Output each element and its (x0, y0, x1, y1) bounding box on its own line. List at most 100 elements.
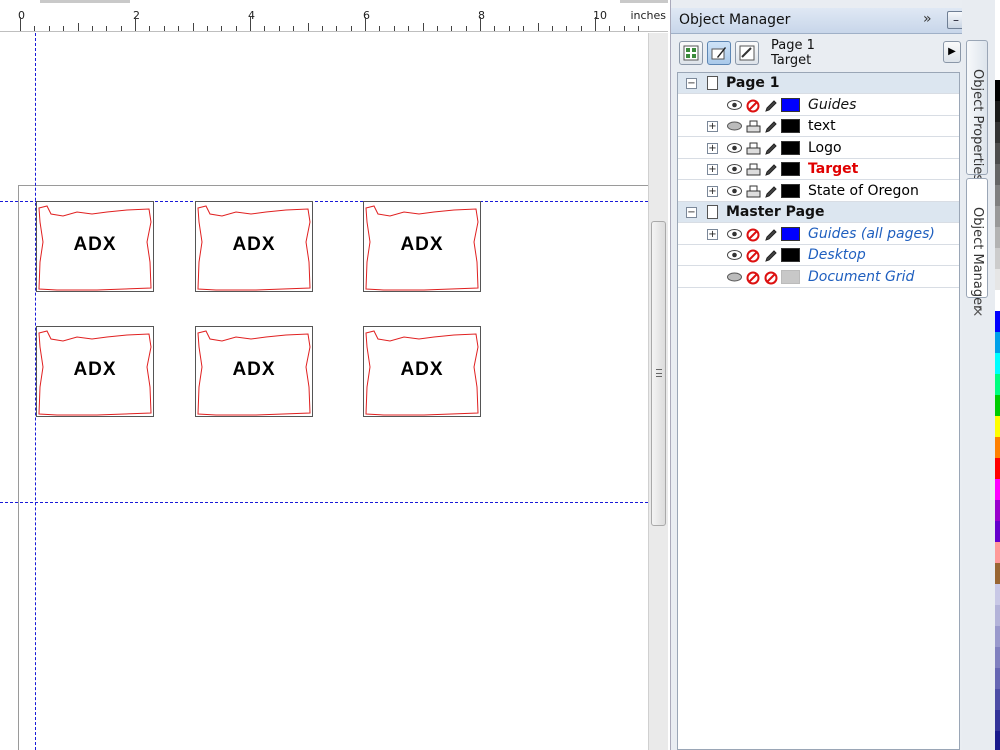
docker-menu-arrow-button[interactable]: ▶ (943, 41, 961, 63)
no-edit-icon[interactable] (764, 271, 778, 285)
scrollbar-thumb[interactable] (651, 221, 666, 526)
tab-object-properties[interactable]: Object Properties (966, 40, 988, 181)
oregon-logo-label[interactable]: ADX (363, 201, 481, 292)
pencil-icon[interactable] (764, 228, 778, 242)
eye-icon[interactable] (727, 249, 742, 261)
palette-swatch[interactable] (995, 80, 1000, 101)
tree-page-row[interactable]: − Master Page (678, 202, 959, 223)
no-print-icon[interactable] (746, 271, 760, 285)
palette-swatch[interactable] (995, 269, 1000, 290)
no-print-icon[interactable] (746, 228, 760, 242)
pencil-icon[interactable] (764, 163, 778, 177)
palette-swatch[interactable] (995, 332, 1000, 353)
oregon-logo-label[interactable]: ADX (195, 326, 313, 417)
edit-across-layers-button[interactable] (707, 41, 731, 65)
eye-icon[interactable] (727, 228, 742, 240)
palette-swatch[interactable] (995, 689, 1000, 710)
palette-swatch[interactable] (995, 500, 1000, 521)
eye-closed-icon[interactable] (727, 120, 742, 132)
palette-swatch[interactable] (995, 647, 1000, 668)
vertical-scrollbar[interactable] (648, 33, 668, 750)
printer-icon[interactable] (746, 163, 761, 177)
palette-swatch[interactable] (995, 374, 1000, 395)
pencil-icon[interactable] (764, 99, 778, 113)
horizontal-ruler[interactable]: 0 2 4 6 8 10 inches (0, 0, 668, 32)
color-palette[interactable] (995, 80, 1000, 750)
expand-icon[interactable]: + (707, 185, 718, 197)
palette-swatch[interactable] (995, 605, 1000, 626)
show-properties-button[interactable] (679, 41, 703, 65)
palette-swatch[interactable] (995, 563, 1000, 584)
palette-swatch[interactable] (995, 185, 1000, 206)
guideline-horizontal[interactable] (0, 502, 648, 503)
palette-swatch[interactable] (995, 206, 1000, 227)
palette-swatch[interactable] (995, 353, 1000, 374)
expand-icon[interactable]: + (707, 121, 718, 132)
eye-icon[interactable] (727, 99, 742, 111)
drawing-canvas[interactable]: ADX ADX ADX ADX ADX ADX (0, 33, 658, 750)
collapse-icon[interactable]: − (686, 78, 697, 89)
palette-swatch[interactable] (995, 542, 1000, 563)
tree-layer-row[interactable]: + State of Oregon (678, 181, 959, 202)
printer-icon[interactable] (746, 120, 761, 134)
palette-swatch[interactable] (995, 437, 1000, 458)
tree-layer-row[interactable]: Guides (678, 95, 959, 116)
palette-swatch[interactable] (995, 248, 1000, 269)
collapse-icon[interactable]: − (686, 207, 697, 218)
eye-icon[interactable] (727, 163, 742, 175)
oregon-logo-label[interactable]: ADX (363, 326, 481, 417)
oregon-logo-label[interactable]: ADX (195, 201, 313, 292)
no-print-icon[interactable] (746, 249, 760, 263)
layer-color-swatch[interactable] (781, 162, 800, 176)
eye-icon[interactable] (727, 142, 742, 154)
printer-icon[interactable] (746, 142, 761, 156)
palette-swatch[interactable] (995, 122, 1000, 143)
expand-icon[interactable]: + (707, 228, 718, 240)
palette-swatch[interactable] (995, 458, 1000, 479)
tree-layer-row[interactable]: Document Grid (678, 267, 959, 288)
docker-titlebar[interactable]: Object Manager » – × (671, 8, 985, 34)
layer-color-swatch[interactable] (781, 248, 800, 262)
palette-swatch[interactable] (995, 395, 1000, 416)
printer-icon[interactable] (746, 185, 761, 199)
palette-swatch[interactable] (995, 164, 1000, 185)
pencil-icon[interactable] (764, 185, 778, 199)
eye-closed-icon[interactable] (727, 271, 742, 283)
layer-color-swatch[interactable] (781, 226, 800, 241)
tree-layer-row[interactable]: Desktop (678, 245, 959, 266)
tree-page-row[interactable]: − Page 1 (678, 73, 959, 94)
oregon-logo-label[interactable]: ADX (36, 201, 154, 292)
chevron-expand-icon[interactable]: » (923, 11, 932, 27)
layer-color-swatch[interactable] (781, 140, 800, 155)
expand-icon[interactable]: + (707, 142, 718, 154)
palette-swatch[interactable] (995, 227, 1000, 248)
palette-swatch[interactable] (995, 416, 1000, 437)
layer-manager-view-button[interactable] (735, 41, 759, 65)
eye-icon[interactable] (727, 185, 742, 197)
palette-swatch[interactable] (995, 521, 1000, 542)
palette-swatch[interactable] (995, 710, 1000, 731)
palette-swatch[interactable] (995, 290, 1000, 311)
pencil-icon[interactable] (764, 142, 778, 156)
palette-swatch[interactable] (995, 101, 1000, 122)
tab-object-manager[interactable]: Object Manager (966, 178, 988, 310)
tree-layer-row[interactable]: + Guides (all pages) (678, 224, 959, 245)
palette-swatch[interactable] (995, 311, 1000, 332)
palette-swatch[interactable] (995, 143, 1000, 164)
tree-layer-row[interactable]: + text (678, 116, 959, 137)
layer-color-swatch[interactable] (781, 119, 800, 133)
layer-color-swatch[interactable] (781, 269, 800, 284)
pencil-icon[interactable] (764, 120, 778, 134)
layer-color-swatch[interactable] (781, 97, 800, 112)
palette-swatch[interactable] (995, 626, 1000, 647)
oregon-logo-label[interactable]: ADX (36, 326, 154, 417)
tree-layer-row[interactable]: + Logo (678, 138, 959, 159)
layer-color-swatch[interactable] (781, 183, 800, 198)
tree-layer-row[interactable]: + Target (678, 159, 959, 180)
expand-icon[interactable]: + (707, 164, 718, 175)
palette-swatch[interactable] (995, 584, 1000, 605)
palette-swatch[interactable] (995, 731, 1000, 750)
palette-swatch[interactable] (995, 479, 1000, 500)
palette-swatch[interactable] (995, 668, 1000, 689)
no-print-icon[interactable] (746, 99, 760, 113)
